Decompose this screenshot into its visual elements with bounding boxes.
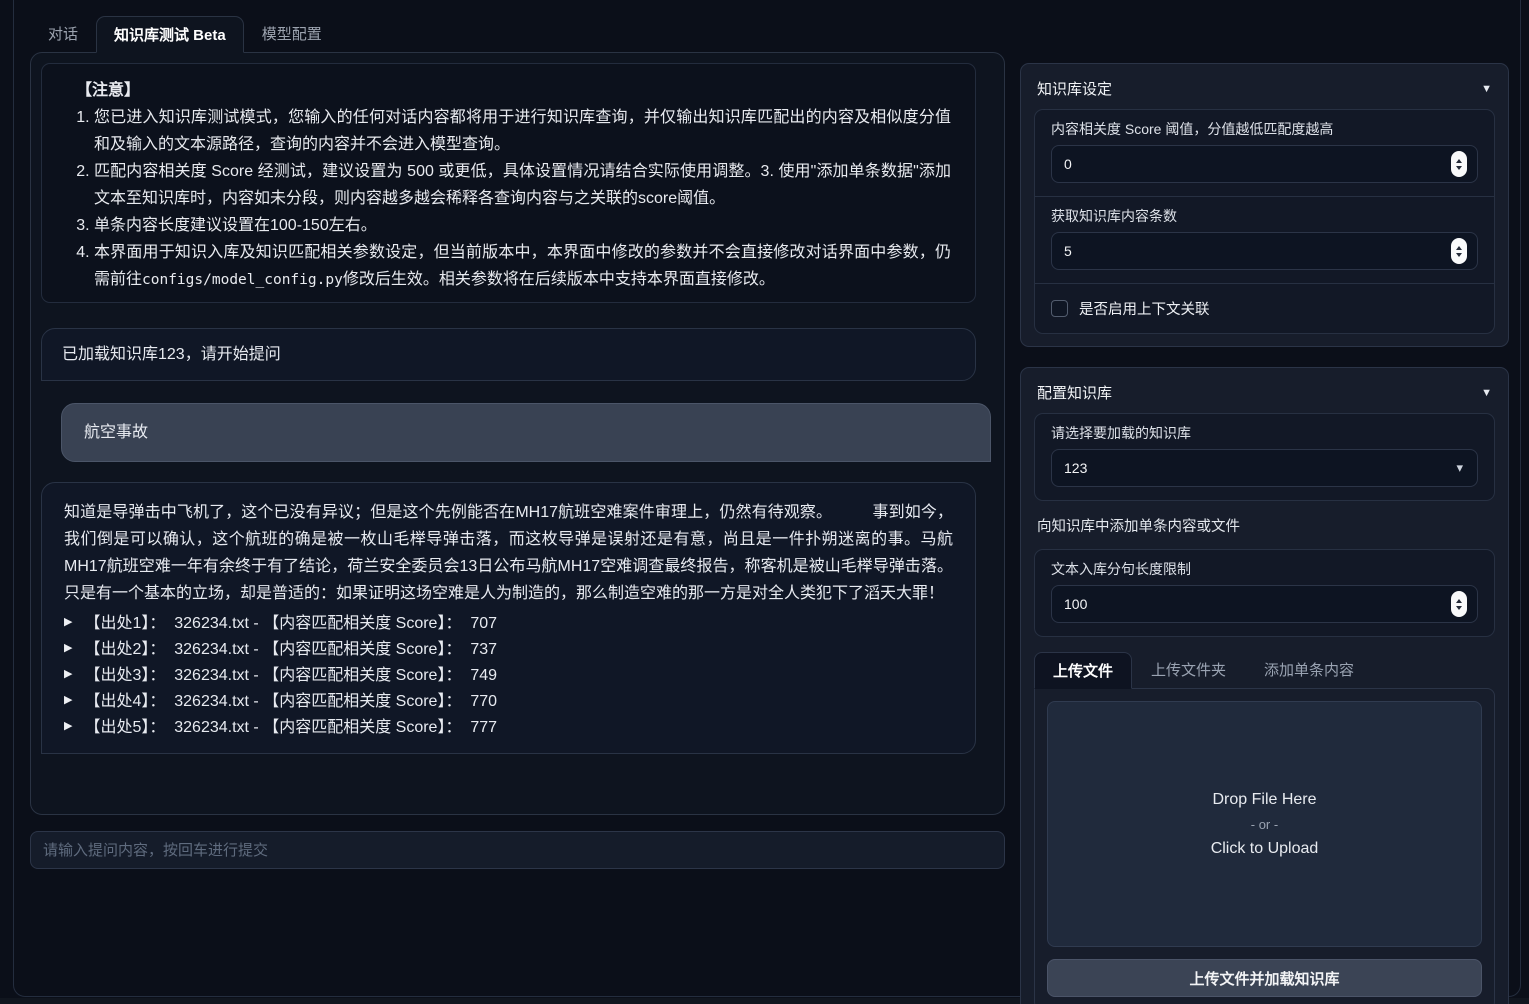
source-details-3[interactable]: ▶ 【出处3】： 326234.txt - 【内容匹配相关度 Score】： 7… [64, 666, 953, 685]
split-length-input[interactable] [1064, 596, 1451, 612]
tab-upload-file[interactable]: 上传文件 [1034, 652, 1132, 689]
kb-select-group: 请选择要加载的知识库 123 ▾ [1034, 413, 1495, 501]
user-message-text: 航空事故 [84, 424, 148, 441]
bot-message: 知道是导弹击中飞机了，这个已没有异议；但是这个先例能否在MH17航班空难案件审理… [41, 482, 976, 754]
kb-select-value: 123 [1064, 460, 1087, 476]
split-length-label: 文本入库分句长度限制 [1051, 560, 1478, 578]
topk-section: 获取知识库内容条数 [1035, 196, 1494, 283]
settings-accordion-header[interactable]: 知识库设定 ▼ [1034, 74, 1495, 101]
expand-triangle-icon: ▶ [64, 691, 72, 710]
collapse-caret-icon: ▼ [1481, 83, 1492, 95]
source-list: ▶ 【出处1】： 326234.txt - 【内容匹配相关度 Score】： 7… [64, 614, 953, 737]
right-column: 知识库设定 ▼ 内容相关度 Score 阈值，分值越低匹配度越高 获取知识库内容… [1020, 63, 1509, 1004]
bot-message-text: 知道是导弹击中飞机了，这个已没有异议；但是这个先例能否在MH17航班空难案件审理… [64, 499, 953, 607]
score-threshold-input-wrap [1051, 145, 1478, 183]
kb-config-accordion: 配置知识库 ▼ 请选择要加载的知识库 123 ▾ 向知识库中添加单条内容或文件 [1020, 367, 1509, 1004]
top-tabbar: 对话 知识库测试 Beta 模型配置 [30, 15, 1509, 52]
drop-zone-click-text: Click to Upload [1211, 837, 1319, 861]
topk-input[interactable] [1064, 243, 1451, 259]
score-threshold-input[interactable] [1064, 156, 1451, 172]
kb-select-section: 请选择要加载的知识库 123 ▾ [1035, 414, 1494, 500]
source-details-1[interactable]: ▶ 【出处1】： 326234.txt - 【内容匹配相关度 Score】： 7… [64, 614, 953, 633]
tab-model-config[interactable]: 模型配置 [244, 15, 340, 52]
source-details-2[interactable]: ▶ 【出处2】： 326234.txt - 【内容匹配相关度 Score】： 7… [64, 640, 953, 659]
topk-label: 获取知识库内容条数 [1051, 207, 1478, 225]
source-details-5[interactable]: ▶ 【出处5】： 326234.txt - 【内容匹配相关度 Score】： 7… [64, 718, 953, 737]
expand-triangle-icon: ▶ [64, 639, 72, 658]
notice-item: 单条内容长度建议设置在100-150左右。 [94, 212, 951, 239]
source-text: 【出处2】： 326234.txt - 【内容匹配相关度 Score】： 737 [84, 640, 497, 659]
left-column: 【注意】 您已进入知识库测试模式，您输入的任何对话内容都将用于进行知识库查询，并… [30, 52, 1005, 869]
number-spinner-icon[interactable] [1451, 151, 1467, 177]
notice-title: 【注意】 [76, 77, 951, 104]
number-spinner-icon[interactable] [1451, 238, 1467, 264]
tab-knowledge-test[interactable]: 知识库测试 Beta [96, 16, 244, 53]
question-input[interactable] [30, 831, 1005, 869]
bot-message-text: 已加载知识库123，请开始提问 [62, 346, 281, 363]
source-text: 【出处4】： 326234.txt - 【内容匹配相关度 Score】： 770 [84, 692, 497, 711]
split-length-input-wrap [1051, 585, 1478, 623]
score-threshold-label: 内容相关度 Score 阈值，分值越低匹配度越高 [1051, 120, 1478, 138]
number-spinner-icon[interactable] [1451, 591, 1467, 617]
kb-config-accordion-title: 配置知识库 [1037, 382, 1112, 403]
file-drop-zone[interactable]: Drop File Here - or - Click to Upload [1047, 701, 1482, 947]
notice-item: 本界面用于知识入库及知识匹配相关参数设定，但当前版本中，本界面中修改的参数并不会… [94, 239, 951, 294]
expand-triangle-icon: ▶ [64, 665, 72, 684]
expand-triangle-icon: ▶ [64, 613, 72, 632]
notice-item: 匹配内容相关度 Score 经测试，建议设置为 500 或更低，具体设置情况请结… [94, 158, 951, 212]
bot-message: 已加载知识库123，请开始提问 [41, 328, 976, 381]
kb-config-accordion-header[interactable]: 配置知识库 ▼ [1034, 378, 1495, 405]
tab-add-single-content[interactable]: 添加单条内容 [1245, 651, 1373, 688]
kb-add-section-label: 向知识库中添加单条内容或文件 [1037, 517, 1492, 537]
context-checkbox-label: 是否启用上下文关联 [1079, 298, 1210, 319]
drop-zone-text: Drop File Here [1212, 788, 1316, 812]
split-length-section: 文本入库分句长度限制 [1035, 550, 1494, 636]
collapse-caret-icon: ▼ [1481, 387, 1492, 399]
notice-list: 您已进入知识库测试模式，您输入的任何对话内容都将用于进行知识库查询，并仅输出知识… [64, 104, 951, 294]
kb-select-dropdown[interactable]: 123 ▾ [1051, 449, 1478, 487]
content-row: 【注意】 您已进入知识库测试模式，您输入的任何对话内容都将用于进行知识库查询，并… [30, 52, 1509, 1004]
split-length-group: 文本入库分句长度限制 [1034, 549, 1495, 637]
tab-chat[interactable]: 对话 [30, 15, 96, 52]
notice-item-code: configs/model_config.py [142, 272, 343, 288]
settings-accordion-title: 知识库设定 [1037, 78, 1112, 99]
dropdown-caret-icon: ▾ [1456, 460, 1463, 476]
score-threshold-section: 内容相关度 Score 阈值，分值越低匹配度越高 [1035, 110, 1494, 196]
expand-triangle-icon: ▶ [64, 717, 72, 736]
settings-form-group: 内容相关度 Score 阈值，分值越低匹配度越高 获取知识库内容条数 [1034, 109, 1495, 334]
source-text: 【出处1】： 326234.txt - 【内容匹配相关度 Score】： 707 [84, 614, 497, 633]
notice-box: 【注意】 您已进入知识库测试模式，您输入的任何对话内容都将用于进行知识库查询，并… [41, 63, 976, 303]
context-checkbox[interactable] [1051, 300, 1068, 317]
notice-item: 您已进入知识库测试模式，您输入的任何对话内容都将用于进行知识库查询，并仅输出知识… [94, 104, 951, 158]
context-check-row: 是否启用上下文关联 [1035, 283, 1494, 333]
drop-zone-or-text: - or - [1251, 817, 1278, 832]
settings-accordion: 知识库设定 ▼ 内容相关度 Score 阈值，分值越低匹配度越高 获取知识库内容… [1020, 63, 1509, 347]
upload-and-load-kb-button[interactable]: 上传文件并加载知识库 [1047, 959, 1482, 997]
chat-input-wrap [30, 831, 1005, 869]
app: 对话 知识库测试 Beta 模型配置 【注意】 您已进入知识库测试模式，您输入的… [0, 0, 1529, 1004]
upload-tab-content: Drop File Here - or - Click to Upload 上传… [1034, 688, 1495, 1004]
tab-upload-folder[interactable]: 上传文件夹 [1132, 651, 1245, 688]
kb-select-label: 请选择要加载的知识库 [1051, 424, 1478, 442]
notice-item-text: 修改后生效。相关参数将在后续版本中支持本界面直接修改。 [343, 271, 775, 288]
user-message: 航空事故 [61, 403, 991, 462]
chat-panel: 【注意】 您已进入知识库测试模式，您输入的任何对话内容都将用于进行知识库查询，并… [30, 52, 1005, 815]
source-text: 【出处3】： 326234.txt - 【内容匹配相关度 Score】： 749 [84, 666, 497, 685]
source-details-4[interactable]: ▶ 【出处4】： 326234.txt - 【内容匹配相关度 Score】： 7… [64, 692, 953, 711]
topk-input-wrap [1051, 232, 1478, 270]
upload-tabbar: 上传文件 上传文件夹 添加单条内容 [1034, 651, 1495, 688]
source-text: 【出处5】： 326234.txt - 【内容匹配相关度 Score】： 777 [84, 718, 497, 737]
